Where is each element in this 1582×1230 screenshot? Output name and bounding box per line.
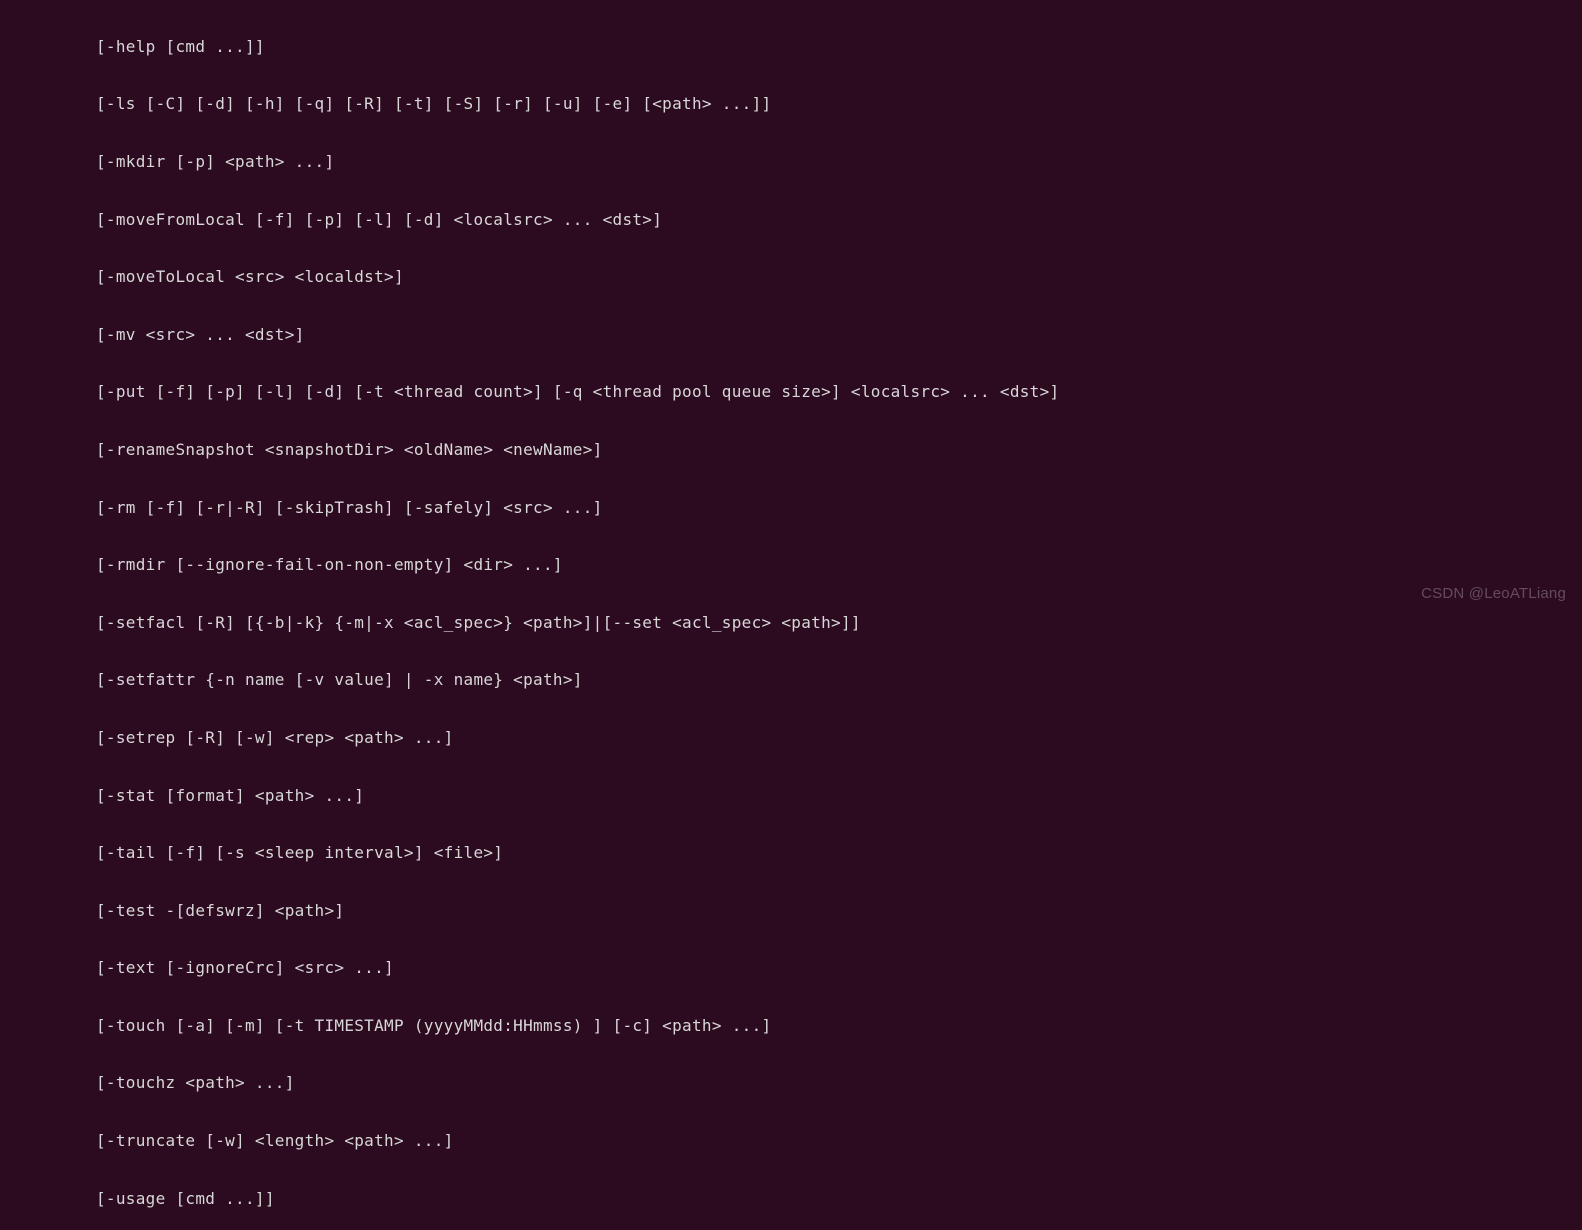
- help-line: [-rmdir [--ignore-fail-on-non-empty] <di…: [96, 551, 1582, 580]
- help-line: [-renameSnapshot <snapshotDir> <oldName>…: [96, 436, 1582, 465]
- help-line: [-text [-ignoreCrc] <src> ...]: [96, 954, 1582, 983]
- help-line: [-touch [-a] [-m] [-t TIMESTAMP (yyyyMMd…: [96, 1012, 1582, 1041]
- help-line: [-touchz <path> ...]: [96, 1069, 1582, 1098]
- help-line: [-moveToLocal <src> <localdst>]: [96, 263, 1582, 292]
- help-line: [-setfattr {-n name [-v value] | -x name…: [96, 666, 1582, 695]
- help-line: [-stat [format] <path> ...]: [96, 782, 1582, 811]
- terminal-output: [-help [cmd ...]] [-ls [-C] [-d] [-h] [-…: [0, 0, 1582, 1230]
- help-line: [-help [cmd ...]]: [96, 33, 1582, 62]
- help-line: [-moveFromLocal [-f] [-p] [-l] [-d] <loc…: [96, 206, 1582, 235]
- help-line: [-tail [-f] [-s <sleep interval>] <file>…: [96, 839, 1582, 868]
- help-line: [-put [-f] [-p] [-l] [-d] [-t <thread co…: [96, 378, 1582, 407]
- help-line: [-usage [cmd ...]]: [96, 1185, 1582, 1214]
- help-line: [-ls [-C] [-d] [-h] [-q] [-R] [-t] [-S] …: [96, 90, 1582, 119]
- watermark: CSDN @LeoATLiang: [1421, 580, 1566, 607]
- help-line: [-rm [-f] [-r|-R] [-skipTrash] [-safely]…: [96, 494, 1582, 523]
- help-line: [-mkdir [-p] <path> ...]: [96, 148, 1582, 177]
- help-line: [-truncate [-w] <length> <path> ...]: [96, 1127, 1582, 1156]
- help-line: [-mv <src> ... <dst>]: [96, 321, 1582, 350]
- help-line: [-setfacl [-R] [{-b|-k} {-m|-x <acl_spec…: [96, 609, 1582, 638]
- help-line: [-test -[defswrz] <path>]: [96, 897, 1582, 926]
- help-line: [-setrep [-R] [-w] <rep> <path> ...]: [96, 724, 1582, 753]
